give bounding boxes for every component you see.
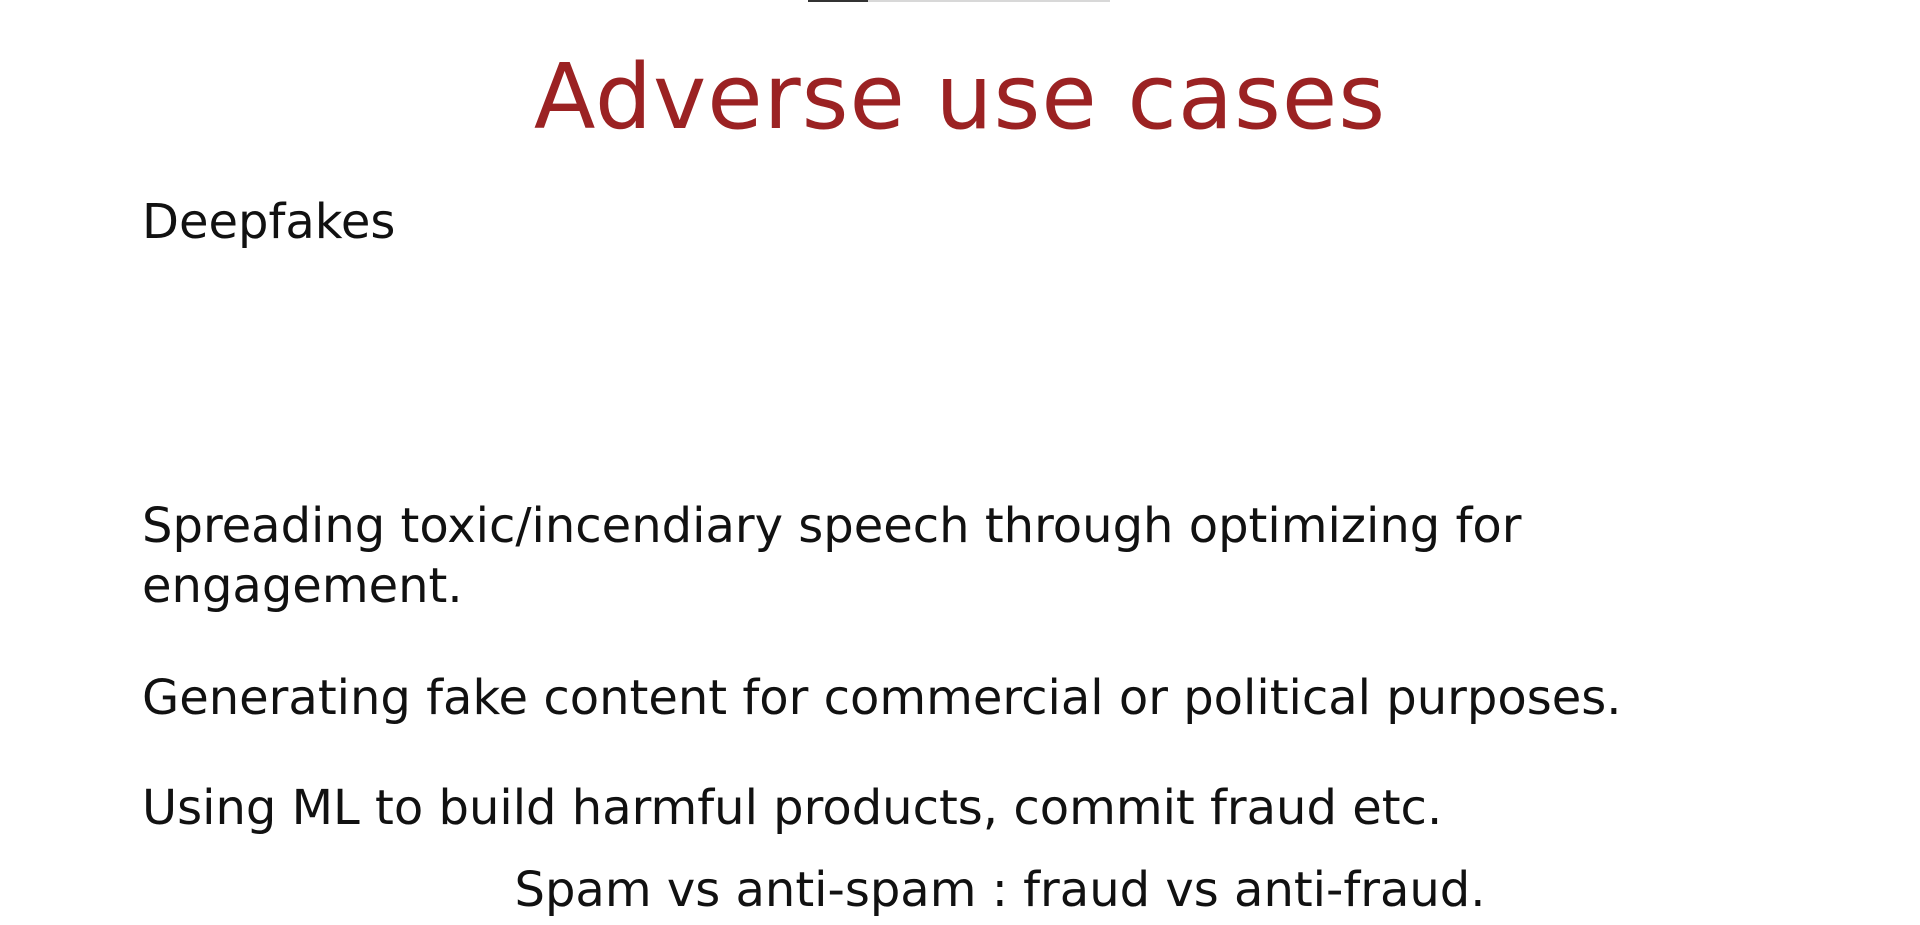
bullet-deepfakes: Deepfakes [142, 194, 396, 250]
progress-bar-filled [808, 0, 868, 2]
slide: Adverse use cases Deepfakes Spreading to… [0, 0, 1920, 925]
bullet-fake-content: Generating fake content for commercial o… [142, 670, 1622, 726]
bullet-toxic-speech-continued: engagement. [142, 558, 463, 614]
bullet-harmful-products: Using ML to build harmful products, comm… [142, 780, 1443, 836]
progress-bar-track [868, 0, 1110, 2]
spam-fraud-note: Spam vs anti-spam : fraud vs anti-fraud. [514, 862, 1486, 918]
slide-title: Adverse use cases [533, 45, 1387, 150]
bullet-toxic-speech: Spreading toxic/incendiary speech throug… [142, 498, 1522, 554]
